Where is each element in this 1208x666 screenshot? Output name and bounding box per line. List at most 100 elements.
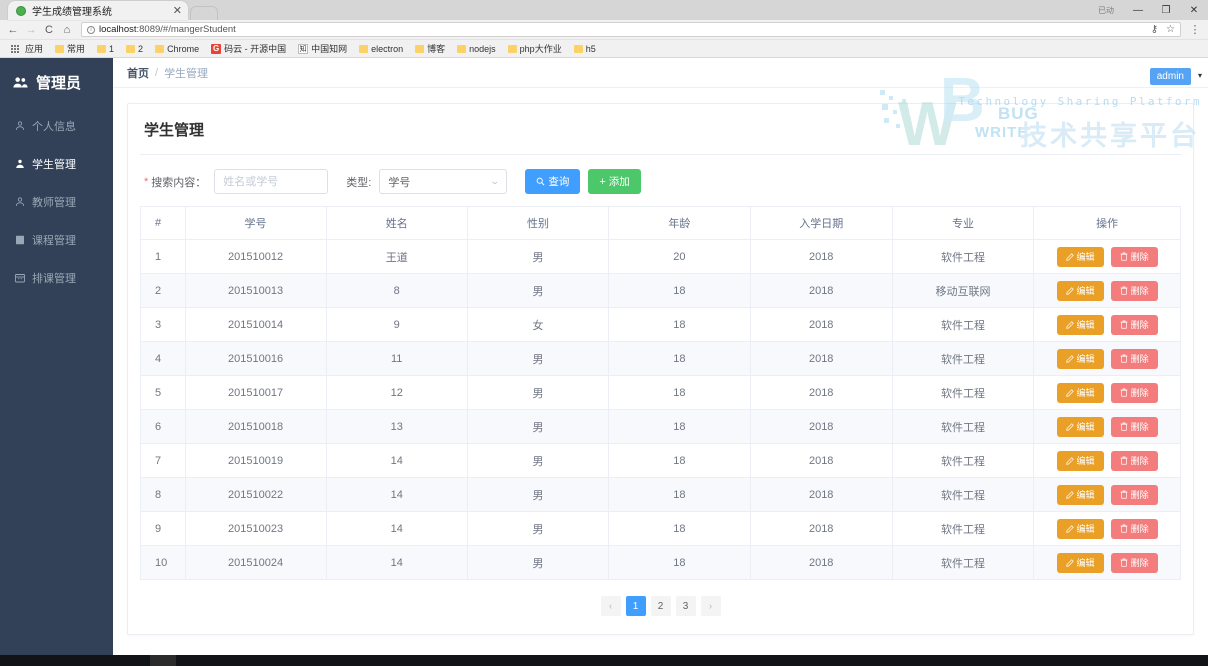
trash-icon bbox=[1120, 456, 1127, 465]
chevron-down-icon[interactable]: ▾ bbox=[1198, 71, 1202, 80]
sidebar-brand-label: 管理员 bbox=[36, 75, 82, 92]
sidebar-item-book[interactable]: 课程管理 bbox=[0, 221, 113, 259]
bookmark-item[interactable]: electron bbox=[353, 44, 409, 54]
delete-button[interactable]: 删除 bbox=[1110, 348, 1158, 369]
bookmark-item[interactable]: 博客 bbox=[409, 42, 451, 55]
cell-name: 11 bbox=[325, 341, 468, 376]
folder-icon bbox=[457, 44, 467, 53]
back-icon[interactable]: ← bbox=[4, 21, 22, 39]
bookmark-item[interactable]: 知中国知网 bbox=[292, 42, 353, 55]
bookmark-item[interactable]: 2 bbox=[120, 44, 149, 54]
close-tab-icon[interactable]: ✕ bbox=[173, 4, 182, 17]
minimize-button[interactable]: — bbox=[1124, 0, 1152, 20]
delete-button[interactable]: 删除 bbox=[1110, 518, 1158, 539]
edit-button[interactable]: 编辑 bbox=[1056, 246, 1104, 267]
bookmark-item[interactable]: php大作业 bbox=[502, 42, 568, 55]
edit-button[interactable]: 编辑 bbox=[1056, 416, 1104, 437]
sidebar-item-teacher[interactable]: 教师管理 bbox=[0, 183, 113, 221]
address-bar[interactable]: i localhost:8089/#/mangerStudent ⚷ ☆ bbox=[81, 22, 1181, 37]
delete-button[interactable]: 删除 bbox=[1110, 450, 1158, 471]
cell-age: 18 bbox=[608, 409, 751, 444]
edit-button[interactable]: 编辑 bbox=[1056, 280, 1104, 301]
edit-button[interactable]: 编辑 bbox=[1056, 450, 1104, 471]
delete-button-label: 删除 bbox=[1130, 524, 1149, 534]
bookmark-star-icon[interactable]: ☆ bbox=[1166, 24, 1175, 35]
edit-button[interactable]: 编辑 bbox=[1056, 382, 1104, 403]
bookmark-item[interactable]: 1 bbox=[91, 44, 120, 54]
delete-button[interactable]: 删除 bbox=[1110, 382, 1158, 403]
browser-menu-icon[interactable]: ⋮ bbox=[1186, 21, 1204, 39]
delete-button[interactable]: 删除 bbox=[1110, 314, 1158, 335]
edit-button[interactable]: 编辑 bbox=[1056, 314, 1104, 335]
site-info-icon[interactable]: i bbox=[87, 25, 95, 34]
bookmark-item[interactable]: h5 bbox=[568, 44, 602, 54]
table-row: 5 201510017 12 男 18 2018 软件工程 编辑 删除 bbox=[140, 375, 1181, 410]
pagination-page[interactable]: 1 bbox=[625, 596, 646, 616]
home-icon[interactable]: ⌂ bbox=[58, 21, 76, 39]
bookmark-item[interactable]: nodejs bbox=[451, 44, 502, 54]
sidebar-item-label: 教师管理 bbox=[32, 197, 76, 209]
reload-icon[interactable]: C bbox=[40, 21, 58, 39]
delete-button-label: 删除 bbox=[1130, 252, 1149, 262]
edit-button[interactable]: 编辑 bbox=[1056, 484, 1104, 505]
edit-button[interactable]: 编辑 bbox=[1056, 348, 1104, 369]
edit-button-label: 编辑 bbox=[1076, 320, 1095, 330]
query-button[interactable]: 查询 bbox=[525, 169, 581, 194]
cell-age: 18 bbox=[608, 477, 751, 512]
cell-index: 9 bbox=[140, 511, 186, 546]
folder-icon bbox=[573, 44, 583, 53]
delete-button[interactable]: 删除 bbox=[1110, 484, 1158, 505]
delete-button-label: 删除 bbox=[1130, 422, 1149, 432]
taskbar-item[interactable] bbox=[150, 655, 176, 666]
cell-actions: 编辑 删除 bbox=[1033, 273, 1181, 308]
key-icon[interactable]: ⚷ bbox=[1151, 24, 1158, 35]
search-input[interactable] bbox=[214, 169, 329, 194]
bookmarks-bar: 应用 常用 1 2 Chrome G 码云 - 开源中国知中国知网 electron 博客 nod… bbox=[0, 40, 1208, 58]
cell-gender: 男 bbox=[466, 239, 610, 274]
url-host: localhost bbox=[99, 24, 137, 35]
delete-button[interactable]: 删除 bbox=[1110, 280, 1158, 301]
delete-button[interactable]: 删除 bbox=[1110, 246, 1158, 267]
bookmark-item[interactable]: 应用 bbox=[5, 42, 49, 55]
type-select[interactable]: 学号 ⌄ bbox=[379, 169, 508, 194]
search-icon bbox=[537, 177, 545, 186]
edit-button[interactable]: 编辑 bbox=[1056, 552, 1104, 573]
new-tab-button[interactable] bbox=[190, 6, 218, 20]
required-mark: * bbox=[144, 175, 149, 188]
edit-button-label: 编辑 bbox=[1076, 456, 1095, 466]
cell-enroll-date: 2018 bbox=[749, 545, 893, 580]
cell-enroll-date: 2018 bbox=[749, 239, 893, 274]
pagination-next[interactable]: › bbox=[700, 596, 721, 616]
pagination-page[interactable]: 3 bbox=[675, 596, 696, 616]
pencil-icon bbox=[1065, 524, 1074, 533]
pagination-page[interactable]: 2 bbox=[650, 596, 671, 616]
sidebar-item-student[interactable]: 学生管理 bbox=[0, 145, 113, 183]
maximize-button[interactable]: ❐ bbox=[1152, 0, 1180, 20]
admin-user-menu[interactable]: admin bbox=[1149, 68, 1191, 85]
bookmark-item[interactable]: Chrome bbox=[149, 44, 205, 54]
cell-name: 14 bbox=[325, 443, 468, 478]
breadcrumb-home[interactable]: 首页 bbox=[127, 65, 149, 81]
row-actions: 编辑 删除 bbox=[1034, 450, 1180, 471]
cell-student-id: 201510024 bbox=[184, 545, 327, 580]
sidebar-item-calendar[interactable]: 排课管理 bbox=[0, 259, 113, 297]
close-window-button[interactable]: ✕ bbox=[1180, 0, 1208, 20]
forward-icon[interactable]: → bbox=[22, 21, 40, 39]
add-button[interactable]: + 添加 bbox=[588, 169, 641, 194]
os-taskbar bbox=[0, 655, 1208, 666]
bookmark-item[interactable]: G 码云 - 开源中国 bbox=[205, 42, 292, 55]
edit-button-label: 编辑 bbox=[1076, 490, 1095, 500]
cell-major: 软件工程 bbox=[891, 375, 1035, 410]
delete-button[interactable]: 删除 bbox=[1110, 552, 1158, 573]
cell-major: 软件工程 bbox=[891, 307, 1035, 342]
sidebar-item-user[interactable]: 个人信息 bbox=[0, 107, 113, 145]
cell-student-id: 201510018 bbox=[184, 409, 327, 444]
delete-button[interactable]: 删除 bbox=[1110, 416, 1158, 437]
bookmark-item[interactable]: 常用 bbox=[49, 42, 91, 55]
cell-major: 软件工程 bbox=[891, 341, 1035, 376]
pagination-prev[interactable]: ‹ bbox=[600, 596, 621, 616]
sidebar-item-label: 学生管理 bbox=[32, 159, 76, 171]
browser-tab[interactable]: 学生成绩管理系统 ✕ bbox=[8, 1, 188, 20]
edit-button[interactable]: 编辑 bbox=[1056, 518, 1104, 539]
cell-enroll-date: 2018 bbox=[749, 477, 893, 512]
